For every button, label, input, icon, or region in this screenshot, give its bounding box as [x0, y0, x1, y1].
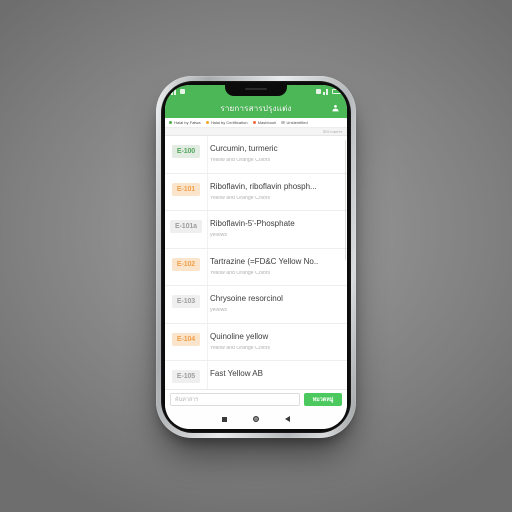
row-text: Chrysoine resorcinol yellows	[207, 286, 347, 323]
row-subtitle: Yellow and Orange Colors	[210, 158, 271, 164]
app-bar: รายการสารปรุงแต่ง	[165, 98, 347, 118]
code-cell: E-103	[165, 286, 207, 323]
earpiece-speaker	[245, 88, 267, 90]
android-nav-bar	[165, 409, 347, 429]
row-text: Tartrazine (=FD&C Yellow No.. Yellow and…	[207, 248, 347, 285]
legend-dot-red	[252, 120, 256, 125]
row-title: Quinoline yellow	[210, 331, 269, 341]
table-row[interactable]: E-104 Quinoline yellow Yellow and Orange…	[165, 323, 347, 361]
row-title: Riboflavin, riboflavin phosph...	[210, 181, 317, 191]
home-circle-icon[interactable]	[252, 415, 260, 423]
code-cell: E-104	[165, 324, 207, 361]
legend-label: Mashbooh	[257, 120, 277, 125]
status-badge: E-105	[171, 370, 201, 383]
scrollbar[interactable]	[344, 140, 346, 260]
item-count: 374 รายการ	[322, 129, 342, 134]
account-icon[interactable]	[331, 104, 340, 113]
table-row[interactable]: E-100 Curcumin, turmeric Yellow and Oran…	[165, 136, 347, 174]
row-text: Riboflavin-5'-Phosphate yellows	[207, 211, 347, 248]
count-strip: 374 รายการ	[165, 128, 347, 136]
phone-screen: รายการสารปรุงแต่ง Halal by Fatwa Halal b…	[165, 85, 347, 429]
recents-square-icon[interactable]	[221, 416, 227, 422]
status-bar	[165, 85, 347, 98]
status-badge: E-102	[171, 257, 201, 271]
signal-icon	[171, 88, 178, 95]
status-badge: E-104	[171, 332, 201, 346]
legend-label: Halal by Certification	[210, 120, 248, 125]
status-badge: E-101a	[170, 220, 202, 233]
row-title: Riboflavin-5'-Phosphate	[210, 219, 295, 228]
code-cell: E-100	[165, 136, 207, 173]
legend-item-halal-fatwa: Halal by Fatwa	[169, 120, 201, 125]
row-subtitle: yellows	[210, 308, 228, 314]
row-subtitle: Yellow and Orange Colors	[210, 195, 271, 201]
row-title: Fast Yellow AB	[210, 369, 263, 378]
search-bar: หมวดหมู่	[165, 389, 347, 409]
row-text: Curcumin, turmeric Yellow and Orange Col…	[207, 136, 347, 173]
legend-label: Halal by Fatwa	[174, 120, 201, 125]
category-button[interactable]: หมวดหมู่	[304, 393, 342, 406]
row-title: Chrysoine resorcinol	[210, 294, 283, 303]
row-subtitle: Yellow and Orange Colors	[210, 345, 271, 351]
legend-dot-gray	[281, 120, 285, 125]
row-subtitle: Yellow and Orange Colors	[210, 270, 271, 276]
row-title: Curcumin, turmeric	[210, 144, 278, 153]
status-badge: E-101	[171, 182, 201, 196]
legend-item-halal-certification: Halal by Certification	[205, 120, 248, 125]
status-badge: E-100	[171, 145, 201, 158]
row-subtitle: yellows	[210, 233, 228, 239]
legend-dot-orange	[205, 120, 209, 125]
legend-dot-green	[169, 120, 173, 125]
code-cell: E-101a	[165, 211, 207, 248]
row-text: Fast Yellow AB	[207, 361, 347, 389]
code-cell: E-101	[165, 174, 207, 211]
back-triangle-icon[interactable]	[285, 416, 291, 422]
table-row[interactable]: E-101a Riboflavin-5'-Phosphate yellows	[165, 211, 347, 249]
legend-item-unidentified: Unidentified	[281, 120, 308, 125]
row-text: Riboflavin, riboflavin phosph... Yellow …	[207, 173, 347, 210]
legend-row: Halal by Fatwa Halal by Certification Ma…	[165, 118, 347, 128]
table-row[interactable]: E-105 Fast Yellow AB	[165, 361, 347, 389]
table-row[interactable]: E-101 Riboflavin, riboflavin phosph... Y…	[165, 173, 347, 211]
phone-notch	[225, 85, 287, 96]
status-left-icons	[171, 88, 185, 95]
code-cell: E-102	[165, 249, 207, 286]
substance-list[interactable]: E-100 Curcumin, turmeric Yellow and Oran…	[165, 136, 347, 389]
status-right-icons	[316, 88, 341, 95]
battery-icon	[332, 89, 341, 94]
status-badge: E-103	[171, 295, 201, 308]
row-title: Tartrazine (=FD&C Yellow No..	[210, 256, 319, 266]
page-title: รายการสารปรุงแต่ง	[220, 103, 292, 113]
row-text: Quinoline yellow Yellow and Orange Color…	[207, 323, 347, 360]
table-row[interactable]: E-103 Chrysoine resorcinol yellows	[165, 286, 347, 324]
signal-bars-icon	[323, 88, 330, 95]
legend-label: Unidentified	[286, 120, 308, 125]
app-notification-icon	[180, 89, 185, 94]
legend-item-mashbooh: Mashbooh	[252, 120, 277, 125]
search-input[interactable]	[170, 393, 300, 406]
code-cell: E-105	[165, 361, 207, 389]
phone-mockup: รายการสารปรุงแต่ง Halal by Fatwa Halal b…	[156, 76, 356, 438]
wifi-icon	[316, 89, 321, 94]
table-row[interactable]: E-102 Tartrazine (=FD&C Yellow No.. Yell…	[165, 248, 347, 286]
